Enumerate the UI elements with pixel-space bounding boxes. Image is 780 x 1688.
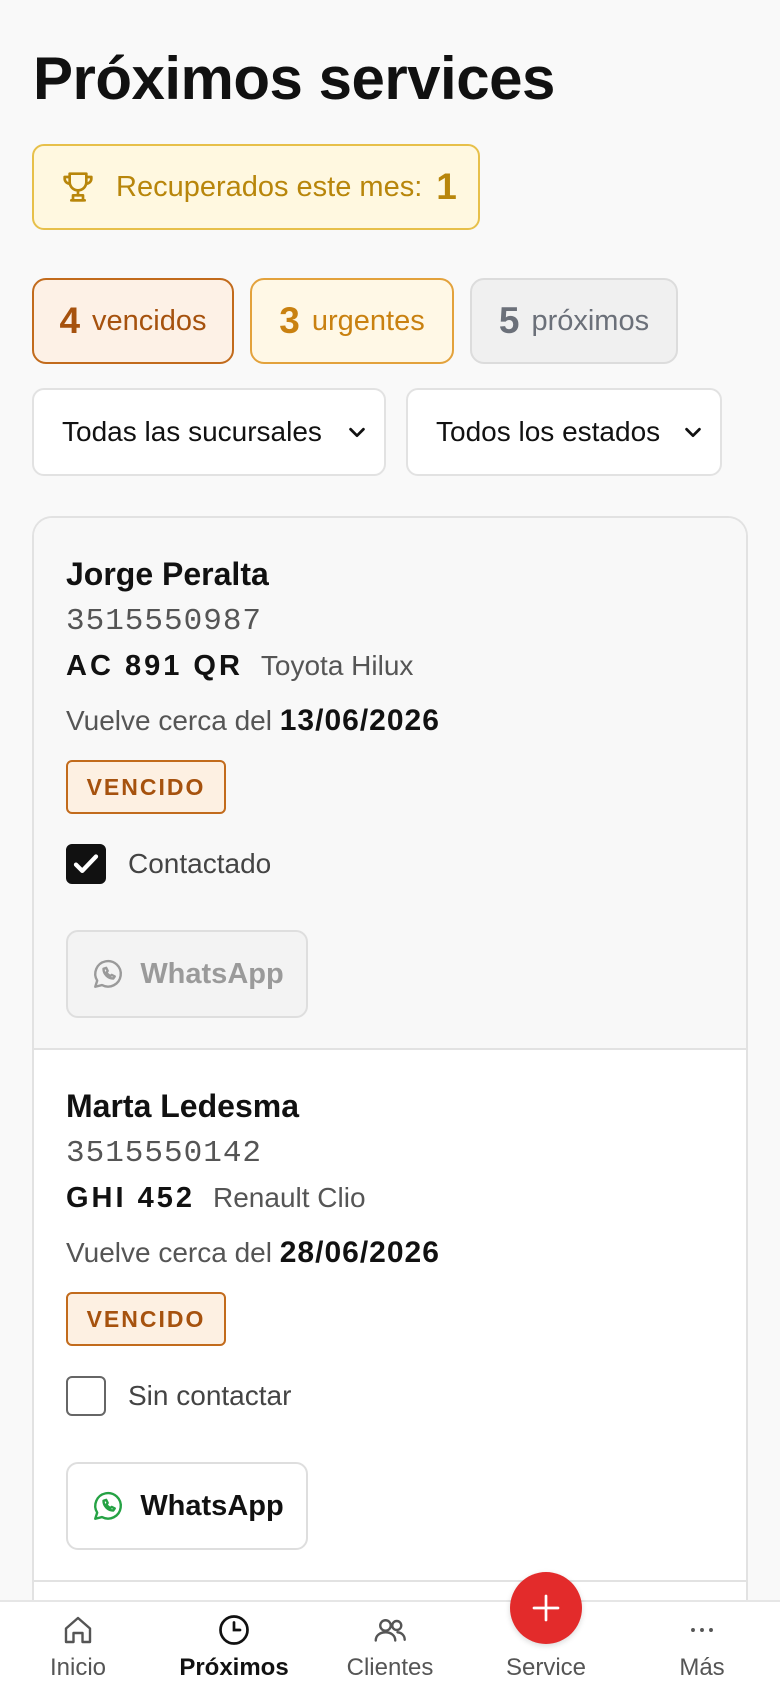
clock-icon [219, 1615, 249, 1645]
tab-label: Próximos [179, 1654, 289, 1681]
branch-select[interactable]: Todas las sucursales [32, 388, 386, 476]
client-phone: 3515550987 [66, 604, 263, 639]
users-icon [374, 1619, 406, 1642]
list-item: Jorge Peralta 3515550987 AC 891 QR Toyot… [34, 518, 746, 1050]
chevron-down-icon [349, 427, 365, 438]
upcoming-services-screen: Próximos services Recuperados este mes: … [0, 0, 780, 1688]
list-item: Marta Ledesma 3515550142 GHI 452 Renault… [34, 1050, 746, 1582]
tab-proximos[interactable]: Próximos [156, 1602, 312, 1688]
return-date-line: Vuelve cerca del 28/06/2026 [66, 1236, 440, 1270]
home-icon [64, 1616, 92, 1644]
trophy-icon [63, 172, 93, 202]
return-date: 13/06/2026 [279, 704, 440, 737]
return-prefix: Vuelve cerca del [66, 705, 272, 736]
contact-status-label: Sin contactar [128, 1380, 292, 1411]
whatsapp-icon [94, 1491, 123, 1520]
whatsapp-label: WhatsApp [140, 1489, 284, 1522]
recovered-this-month-banner: Recuperados este mes: 1 [32, 144, 480, 230]
tab-label: Inicio [49, 1654, 107, 1681]
client-name: Jorge Peralta [66, 556, 269, 592]
vehicle-model: Renault Clio [213, 1182, 366, 1213]
upcoming-count: 5 [498, 300, 520, 341]
vehicle-plate: GHI 452 [66, 1182, 195, 1214]
services-list: Jorge Peralta 3515550987 AC 891 QR Toyot… [32, 516, 748, 1616]
chevron-down-icon [685, 427, 701, 438]
page-title: Próximos services [33, 45, 555, 112]
vehicle-info: AC 891 QR Toyota Hilux [66, 650, 413, 683]
upcoming-label: próximos [531, 304, 650, 337]
whatsapp-icon [94, 959, 123, 988]
client-name: Marta Ledesma [66, 1088, 299, 1124]
overdue-label: vencidos [92, 304, 207, 337]
status-select[interactable]: Todos los estados [406, 388, 722, 476]
bottom-tab-bar: Inicio Próximos Clientes Service Más [0, 1600, 780, 1688]
tab-clientes[interactable]: Clientes [312, 1602, 468, 1688]
filter-pill-urgent[interactable]: 3 urgentes [250, 278, 454, 364]
tab-label: Clientes [346, 1654, 434, 1681]
urgent-label: urgentes [311, 304, 425, 337]
tab-mas[interactable]: Más [624, 1602, 780, 1688]
status-badge: VENCIDO [66, 1292, 226, 1346]
contact-status-label: Contactado [128, 848, 272, 879]
contacted-checkbox[interactable] [66, 844, 106, 884]
urgent-count: 3 [279, 300, 300, 341]
tab-label: Service [505, 1654, 587, 1681]
check-icon [73, 854, 99, 873]
new-service-button[interactable] [510, 1572, 582, 1644]
whatsapp-label: WhatsApp [140, 957, 284, 990]
contacted-toggle[interactable]: Sin contactar [66, 1376, 291, 1416]
contacted-checkbox[interactable] [66, 1376, 106, 1416]
plus-icon [532, 1594, 560, 1622]
filter-pill-overdue[interactable]: 4 vencidos [32, 278, 234, 364]
vehicle-plate: AC 891 QR [66, 650, 243, 682]
return-prefix: Vuelve cerca del [66, 1237, 272, 1268]
more-icon [691, 1628, 713, 1632]
overdue-count: 4 [59, 300, 81, 341]
branch-select-value: Todas las sucursales [62, 416, 322, 447]
vehicle-model: Toyota Hilux [260, 650, 414, 681]
filter-pill-upcoming[interactable]: 5 próximos [470, 278, 678, 364]
recovered-label: Recuperados este mes: [116, 170, 423, 203]
return-date: 28/06/2026 [279, 1236, 440, 1269]
whatsapp-button[interactable]: WhatsApp [66, 1462, 308, 1550]
recovered-count: 1 [436, 166, 457, 207]
client-phone: 3515550142 [66, 1136, 263, 1171]
whatsapp-button[interactable]: WhatsApp [66, 930, 308, 1018]
vehicle-info: GHI 452 Renault Clio [66, 1182, 366, 1215]
contacted-toggle[interactable]: Contactado [66, 844, 271, 884]
tab-label: Más [679, 1654, 725, 1681]
tab-inicio[interactable]: Inicio [0, 1602, 156, 1688]
return-date-line: Vuelve cerca del 13/06/2026 [66, 704, 440, 738]
status-select-value: Todos los estados [436, 416, 661, 447]
status-badge: VENCIDO [66, 760, 226, 814]
